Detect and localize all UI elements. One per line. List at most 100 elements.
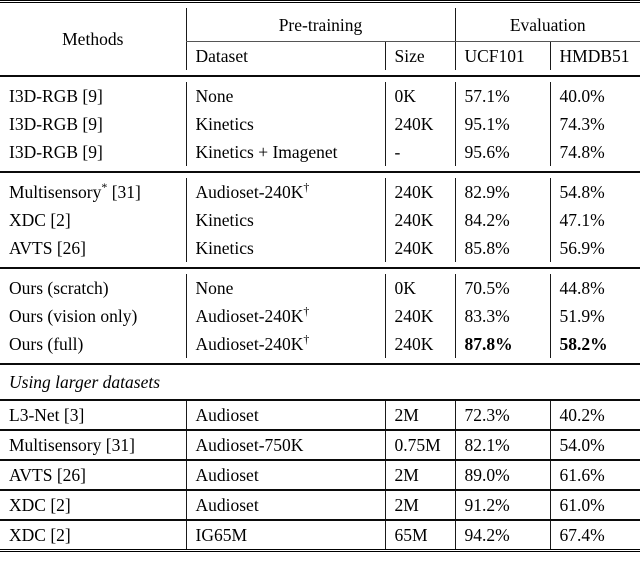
- table-row: I3D-RGB [9] Kinetics + Imagenet -95.6% 74.8…: [0, 138, 640, 166]
- header-col-size: Size: [384, 41, 455, 70]
- cell-dataset: None: [185, 274, 385, 302]
- table-row: L3-Net [3] Audioset 2M 72.3% 40.2%: [0, 401, 640, 430]
- table-row: Multisensory* [31] Audioset-240K† 240K 82.9…: [0, 178, 640, 206]
- section-label-using-larger-datasets: Using larger datasets: [9, 372, 161, 392]
- header-col-dataset: Dataset: [185, 41, 385, 70]
- cell-size: -: [384, 138, 455, 166]
- dataset-superscript: †: [303, 331, 310, 346]
- cell-dataset: Audioset-750K: [185, 431, 385, 460]
- table-row: Multisensory [31] Audioset-750K 0.75M 82.1%…: [0, 431, 640, 460]
- cell-dataset: Kinetics + Imagenet: [185, 138, 385, 166]
- cell-size: 0K: [384, 274, 455, 302]
- method-superscript: *: [101, 179, 108, 194]
- cell-size: 240K: [384, 178, 455, 206]
- cell-ucf101: 85.8%: [454, 234, 550, 262]
- cell-hmdb51: 54.0%: [549, 431, 640, 460]
- dataset-superscript: †: [303, 179, 310, 194]
- section-header-row: Using larger datasets: [0, 365, 640, 400]
- cell-dataset: Audioset: [185, 491, 385, 520]
- results-table: Methods Pre-training Evaluation Dataset Size…: [0, 0, 640, 553]
- cell-ucf101: 72.3%: [454, 401, 550, 430]
- header-group-pretraining: Pre-training: [185, 8, 455, 42]
- cell-ucf101: 95.6%: [454, 138, 550, 166]
- cell-hmdb51: 67.4%: [549, 521, 640, 551]
- table-row: XDC [2] Kinetics 240K 84.2% 47.1%: [0, 206, 640, 234]
- cell-hmdb51: 44.8%: [549, 274, 640, 302]
- cell-hmdb51: 40.0%: [549, 82, 640, 110]
- cell-ucf101: 89.0%: [454, 461, 550, 490]
- cell-method: I3D-RGB [9]: [9, 141, 103, 162]
- cell-dataset: None: [185, 82, 385, 110]
- cell-dataset: Audioset: [185, 401, 385, 430]
- header-group-evaluation: Evaluation: [454, 8, 640, 42]
- table-bottom-rule: [0, 549, 640, 553]
- table-row: XDC [2] Audioset 2M 91.2% 61.0%: [0, 491, 640, 520]
- cell-dataset: Kinetics: [185, 110, 385, 138]
- cell-method: I3D-RGB [9]: [9, 85, 103, 106]
- cell-ucf101: 95.1%: [454, 110, 550, 138]
- cell-hmdb51: 40.2%: [549, 401, 640, 430]
- cell-hmdb51: 61.0%: [549, 491, 640, 520]
- cell-ucf101: 70.5%: [454, 274, 550, 302]
- cell-hmdb51: 47.1%: [549, 206, 640, 234]
- cell-method: XDC [2]: [9, 209, 71, 230]
- cell-dataset: Audioset-240K†: [185, 178, 385, 206]
- cell-size: 2M: [384, 401, 455, 430]
- table-row: I3D-RGB [9] None 0K 57.1% 40.0%: [0, 82, 640, 110]
- cell-method: Multisensory [31]: [9, 434, 135, 455]
- cell-size: 240K: [384, 234, 455, 262]
- cell-hmdb51: 74.8%: [549, 138, 640, 166]
- cell-size: 65M: [384, 521, 455, 551]
- cell-ucf101: 82.9%: [454, 178, 550, 206]
- cell-size: 2M: [384, 461, 455, 490]
- table-row: I3D-RGB [9] Kinetics 240K 95.1% 74.3%: [0, 110, 640, 138]
- cell-dataset: Kinetics: [185, 234, 385, 262]
- table-row: Ours (vision only) Audioset-240K† 240K 83.3…: [0, 302, 640, 330]
- cell-hmdb51: 56.9%: [549, 234, 640, 262]
- cell-ucf101: 94.2%: [454, 521, 550, 551]
- cell-method: Ours (vision only): [9, 305, 138, 326]
- cell-method: XDC [2]: [9, 524, 71, 545]
- cell-method: Multisensory* [31]: [9, 179, 141, 202]
- cell-ucf101: 82.1%: [454, 431, 550, 460]
- cell-hmdb51: 54.8%: [549, 178, 640, 206]
- cell-size: 0.75M: [384, 431, 455, 460]
- header-col-ucf101: UCF101: [454, 41, 550, 70]
- cell-method: Ours (scratch): [9, 277, 109, 298]
- cell-dataset: Audioset-240K†: [185, 330, 385, 358]
- header-group-row: Methods Pre-training Evaluation: [0, 8, 640, 49]
- cell-method: AVTS [26]: [9, 464, 86, 485]
- dataset-superscript: †: [303, 303, 310, 318]
- cell-hmdb51: 61.6%: [549, 461, 640, 490]
- cell-method: L3-Net [3]: [9, 404, 85, 425]
- cell-ucf101: 57.1%: [454, 82, 550, 110]
- cell-dataset: Kinetics: [185, 206, 385, 234]
- cell-size: 240K: [384, 110, 455, 138]
- cell-method: XDC [2]: [9, 494, 71, 515]
- cell-method: I3D-RGB [9]: [9, 113, 103, 134]
- cell-method: AVTS [26]: [9, 237, 86, 258]
- table-row: XDC [2] IG65M 65M 94.2% 67.4%: [0, 521, 640, 551]
- cell-dataset: Audioset-240K†: [185, 302, 385, 330]
- cell-size: 240K: [384, 206, 455, 234]
- cell-hmdb51: 58.2%: [549, 330, 640, 358]
- table-row: AVTS [26] Kinetics 240K 85.8% 56.9%: [0, 234, 640, 262]
- cell-size: 240K: [384, 302, 455, 330]
- cell-hmdb51: 74.3%: [549, 110, 640, 138]
- table-row: AVTS [26] Audioset 2M 89.0% 61.6%: [0, 461, 640, 490]
- results-table-container: Methods Pre-training Evaluation Dataset Size…: [0, 0, 640, 553]
- header-methods: Methods: [62, 29, 124, 49]
- cell-size: 2M: [384, 491, 455, 520]
- cell-ucf101: 83.3%: [454, 302, 550, 330]
- table-row: Ours (scratch) None 0K 70.5% 44.8%: [0, 274, 640, 302]
- cell-size: 0K: [384, 82, 455, 110]
- table-row: Ours (full) Audioset-240K† 240K 87.8% 58.2%: [0, 330, 640, 358]
- cell-ucf101: 84.2%: [454, 206, 550, 234]
- header-col-hmdb51: HMDB51: [549, 41, 640, 70]
- cell-ucf101: 87.8%: [454, 330, 550, 358]
- cell-method: Ours (full): [9, 333, 84, 354]
- cell-dataset: IG65M: [185, 521, 385, 551]
- cell-dataset: Audioset: [185, 461, 385, 490]
- cell-size: 240K: [384, 330, 455, 358]
- cell-hmdb51: 51.9%: [549, 302, 640, 330]
